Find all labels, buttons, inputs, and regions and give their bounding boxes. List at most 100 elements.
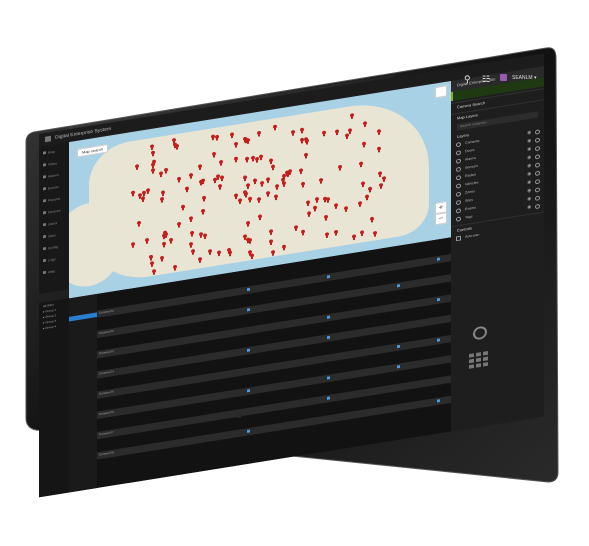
- location-pin-icon[interactable]: [243, 175, 247, 181]
- location-pin-icon[interactable]: [131, 191, 135, 197]
- location-pin-icon[interactable]: [152, 159, 156, 165]
- location-pin-icon[interactable]: [257, 131, 261, 137]
- location-pin-icon[interactable]: [359, 161, 363, 167]
- location-pin-icon[interactable]: [361, 181, 365, 187]
- layer-visibility-icon[interactable]: [535, 203, 540, 210]
- location-pin-icon[interactable]: [189, 242, 193, 248]
- ptz-control-icon[interactable]: [473, 325, 487, 341]
- location-pin-icon[interactable]: [350, 113, 354, 119]
- location-pin-icon[interactable]: [300, 137, 304, 143]
- location-pin-icon[interactable]: [325, 232, 329, 238]
- location-pin-icon[interactable]: [243, 190, 247, 196]
- nav-item[interactable]: Devices: [43, 208, 65, 217]
- location-pin-icon[interactable]: [191, 249, 195, 255]
- location-pin-icon[interactable]: [363, 121, 367, 127]
- location-pin-icon[interactable]: [260, 181, 264, 187]
- layer-radio-icon[interactable]: [456, 141, 461, 148]
- location-pin-icon[interactable]: [248, 197, 252, 203]
- location-pin-icon[interactable]: [161, 190, 165, 196]
- location-pin-icon[interactable]: [246, 183, 250, 189]
- location-pin-icon[interactable]: [215, 135, 219, 141]
- location-pin-icon[interactable]: [201, 209, 205, 215]
- layer-visibility-icon[interactable]: [535, 145, 540, 152]
- location-pin-icon[interactable]: [322, 131, 326, 137]
- location-pin-icon[interactable]: [198, 164, 202, 170]
- location-pin-icon[interactable]: [257, 197, 261, 203]
- layer-radio-icon[interactable]: [456, 175, 461, 181]
- location-pin-icon[interactable]: [138, 193, 142, 199]
- location-pin-icon[interactable]: [199, 232, 203, 238]
- location-pin-icon[interactable]: [352, 234, 356, 240]
- track-marker[interactable]: [247, 348, 250, 352]
- location-pin-icon[interactable]: [345, 133, 349, 139]
- location-pin-icon[interactable]: [160, 255, 164, 261]
- selected-camera-row[interactable]: [69, 312, 97, 322]
- location-pin-icon[interactable]: [306, 200, 310, 206]
- location-pin-icon[interactable]: [324, 214, 328, 220]
- track-marker[interactable]: [397, 344, 400, 349]
- location-pin-icon[interactable]: [137, 221, 141, 227]
- location-pin-icon[interactable]: [301, 229, 305, 235]
- location-pin-icon[interactable]: [379, 183, 383, 189]
- location-pin-icon[interactable]: [190, 230, 194, 236]
- layer-visibility-icon[interactable]: [535, 195, 540, 201]
- layer-visibility-icon[interactable]: [535, 187, 540, 193]
- location-pin-icon[interactable]: [334, 230, 338, 236]
- location-pin-icon[interactable]: [208, 249, 212, 255]
- location-pin-icon[interactable]: [377, 129, 381, 135]
- location-pin-icon[interactable]: [275, 184, 279, 190]
- location-pin-icon[interactable]: [216, 174, 220, 180]
- location-pin-icon[interactable]: [266, 177, 270, 183]
- location-pin-icon[interactable]: [220, 175, 224, 181]
- location-pin-icon[interactable]: [323, 196, 327, 202]
- location-pin-icon[interactable]: [266, 191, 270, 197]
- location-pin-icon[interactable]: [382, 176, 386, 182]
- location-pin-icon[interactable]: [319, 178, 323, 184]
- location-pin-icon[interactable]: [273, 125, 277, 131]
- location-pin-icon[interactable]: [201, 179, 205, 185]
- nav-item[interactable]: Users: [43, 220, 65, 229]
- layer-visibility-icon[interactable]: [535, 178, 540, 185]
- location-pin-icon[interactable]: [219, 160, 223, 166]
- nav-item[interactable]: Logs: [43, 256, 65, 265]
- layer-visibility-icon[interactable]: [535, 154, 540, 160]
- nav-item[interactable]: Sites: [43, 232, 65, 241]
- location-pin-icon[interactable]: [227, 248, 231, 254]
- layer-radio-icon[interactable]: [456, 216, 461, 222]
- track-marker[interactable]: [437, 257, 440, 261]
- location-pin-icon[interactable]: [378, 171, 382, 177]
- location-pin-icon[interactable]: [150, 261, 154, 267]
- location-pin-icon[interactable]: [246, 221, 250, 227]
- location-pin-icon[interactable]: [299, 168, 303, 174]
- checkbox-icon[interactable]: [456, 235, 461, 242]
- layer-radio-icon[interactable]: [456, 150, 461, 156]
- location-pin-icon[interactable]: [145, 238, 149, 244]
- location-pin-icon[interactable]: [362, 141, 366, 147]
- location-pin-icon[interactable]: [218, 184, 222, 190]
- layer-radio-icon[interactable]: [456, 199, 461, 206]
- location-pin-icon[interactable]: [335, 129, 339, 135]
- track-marker[interactable]: [437, 298, 440, 302]
- track-marker[interactable]: [327, 376, 330, 380]
- location-pin-icon[interactable]: [313, 205, 317, 211]
- location-pin-icon[interactable]: [135, 164, 139, 170]
- location-pin-icon[interactable]: [288, 169, 292, 175]
- location-pin-icon[interactable]: [334, 203, 338, 209]
- location-pin-icon[interactable]: [177, 176, 181, 182]
- location-pin-icon[interactable]: [294, 225, 298, 231]
- location-pin-icon[interactable]: [202, 196, 206, 202]
- location-pin-icon[interactable]: [177, 222, 181, 228]
- track-marker[interactable]: [397, 365, 400, 369]
- track-marker[interactable]: [327, 275, 330, 279]
- location-pin-icon[interactable]: [259, 154, 263, 160]
- layer-radio-icon[interactable]: [456, 208, 461, 214]
- location-pin-icon[interactable]: [234, 194, 238, 200]
- location-pin-icon[interactable]: [189, 216, 193, 222]
- location-pin-icon[interactable]: [149, 255, 153, 261]
- track-marker[interactable]: [247, 389, 250, 393]
- location-pin-icon[interactable]: [173, 265, 177, 271]
- location-pin-icon[interactable]: [307, 211, 311, 217]
- track-marker[interactable]: [437, 399, 440, 403]
- location-pin-icon[interactable]: [185, 186, 189, 192]
- location-pin-icon[interactable]: [338, 164, 342, 170]
